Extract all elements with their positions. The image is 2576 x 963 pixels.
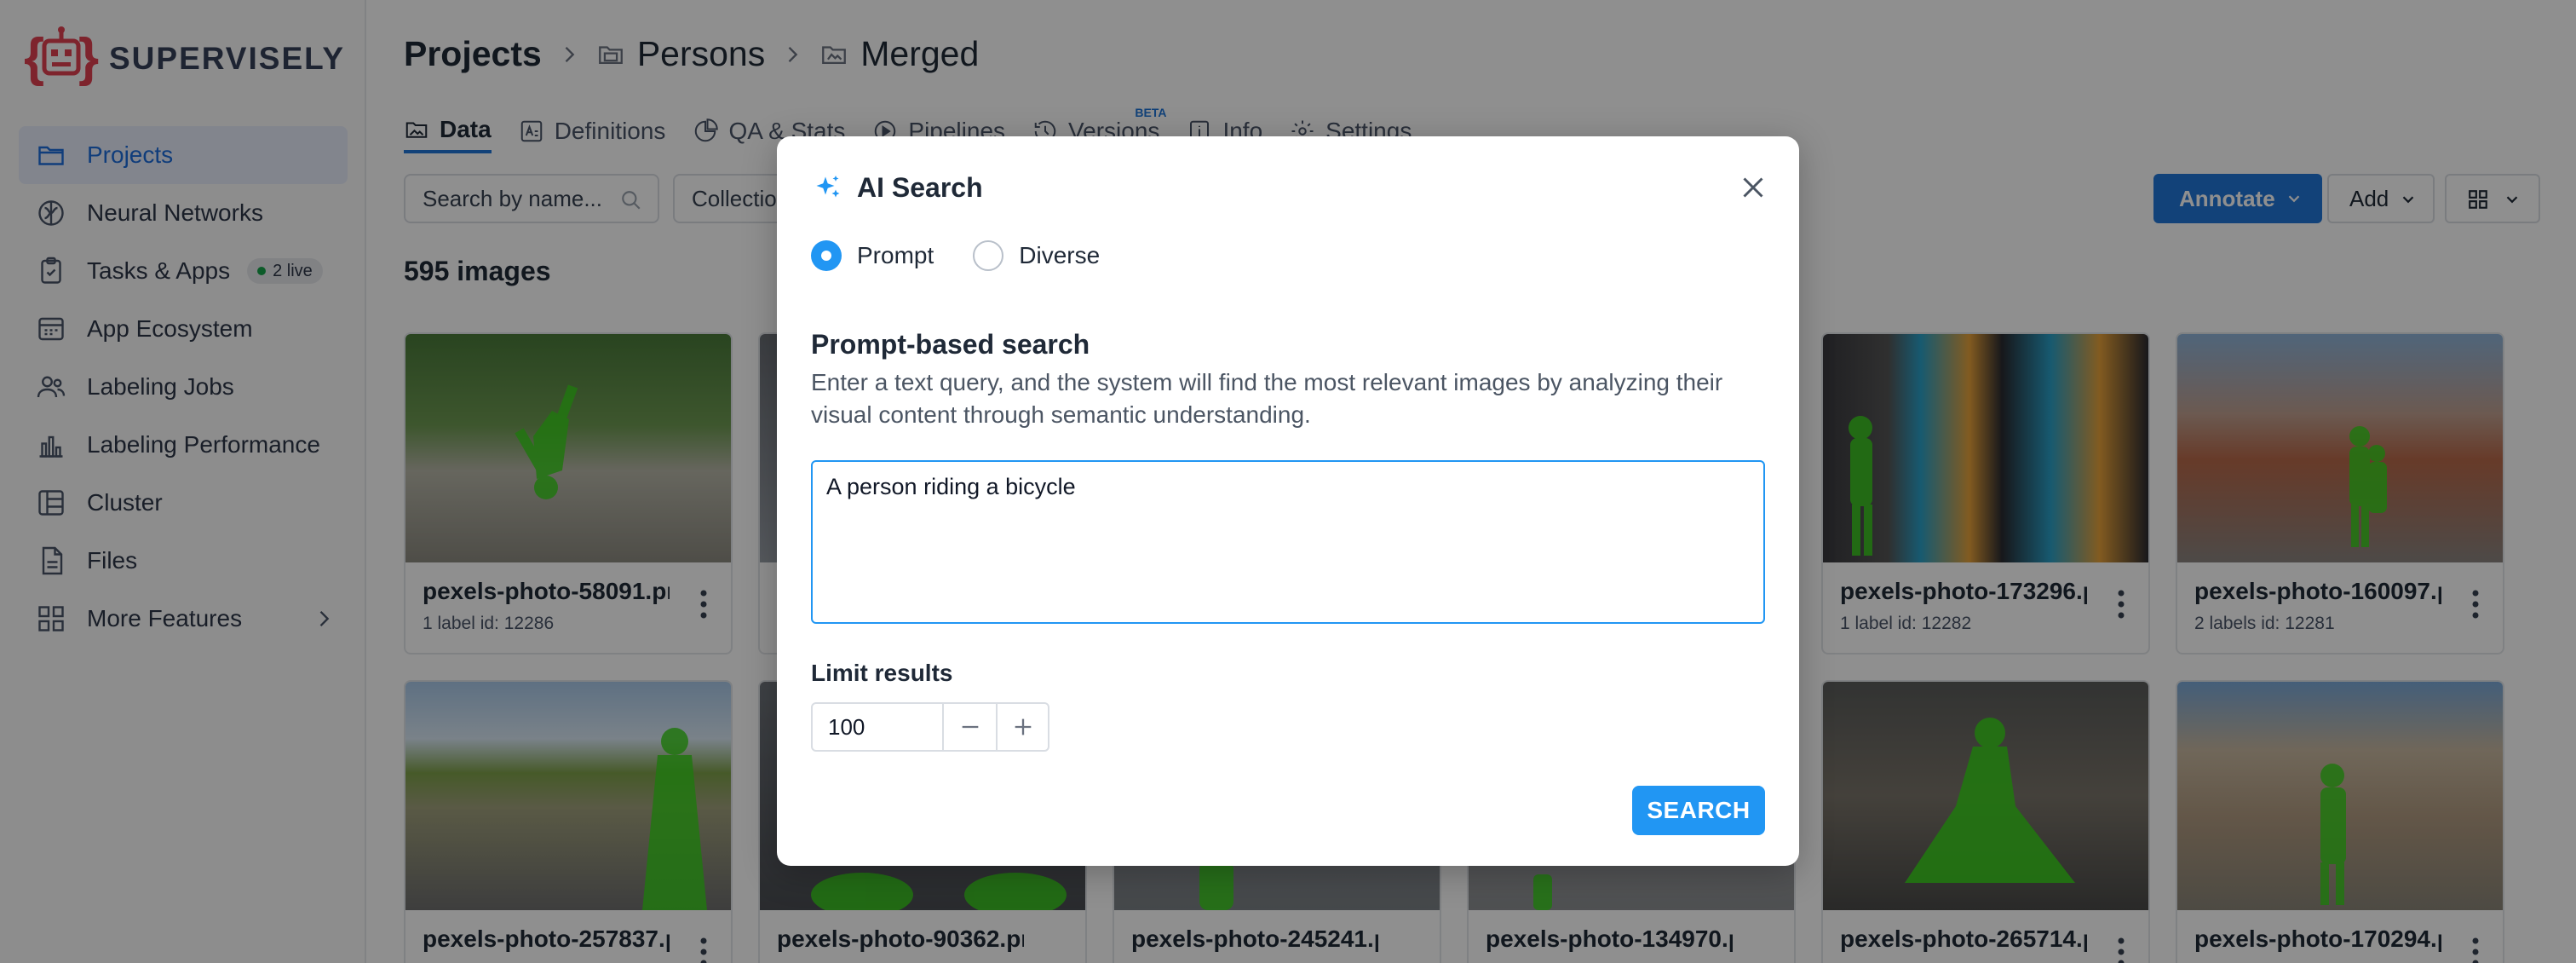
- decrement-button[interactable]: [944, 704, 996, 750]
- section-description: Enter a text query, and the system will …: [811, 369, 1723, 428]
- sparkles-icon: [816, 175, 840, 197]
- dialog-title: AI Search: [813, 172, 983, 204]
- search-mode-group: Prompt Diverse: [811, 240, 1139, 271]
- prompt-textarea[interactable]: A person riding a bicycle: [811, 460, 1765, 624]
- mode-diverse-radio[interactable]: Diverse: [973, 240, 1100, 271]
- section-title: Prompt-based search: [811, 329, 1090, 360]
- search-button[interactable]: SEARCH: [1632, 786, 1765, 835]
- limit-label: Limit results: [811, 660, 953, 686]
- limit-stepper: [811, 702, 1049, 752]
- mode-prompt-radio[interactable]: Prompt: [811, 240, 934, 271]
- increment-button[interactable]: [996, 704, 1048, 750]
- radio-button[interactable]: [973, 240, 1004, 271]
- radio-button[interactable]: [811, 240, 842, 271]
- minus-icon: [962, 725, 978, 729]
- limit-input[interactable]: [813, 704, 944, 750]
- ai-search-dialog: AI Search Prompt Diverse Prompt-based se…: [777, 136, 1799, 866]
- close-icon[interactable]: [1738, 172, 1768, 203]
- plus-icon: [1015, 718, 1031, 735]
